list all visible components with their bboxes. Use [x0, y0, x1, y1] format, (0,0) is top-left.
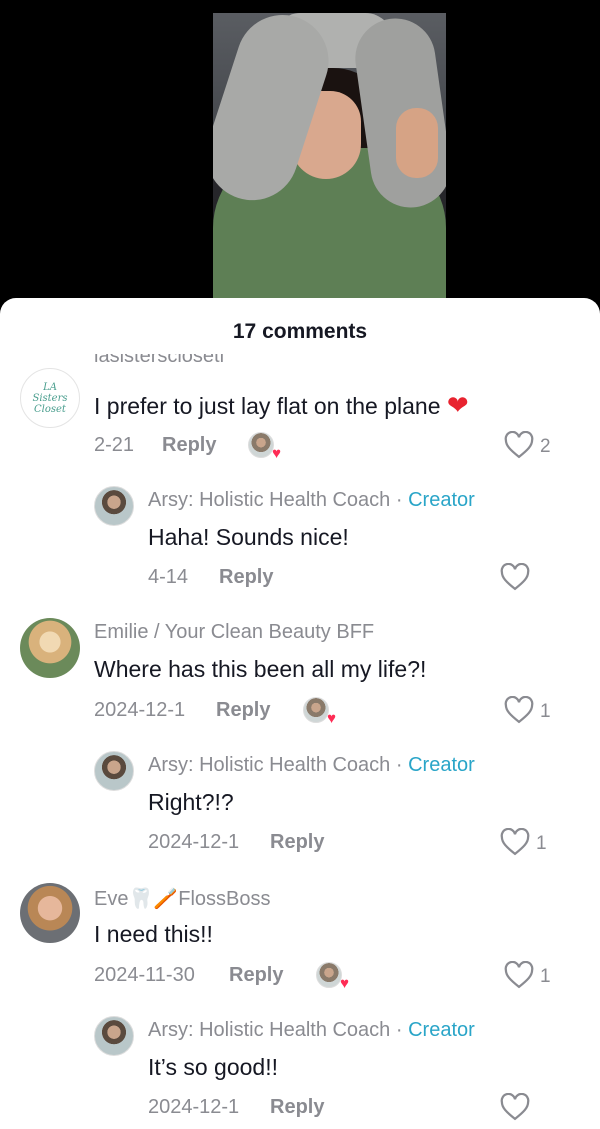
comment-username[interactable]: Emilie / Your Clean Beauty BFF: [94, 621, 374, 644]
video-thumbnail[interactable]: [213, 13, 446, 310]
avatar[interactable]: LA Sisters Closet: [20, 368, 80, 428]
like-heart-icon[interactable]: [500, 828, 530, 856]
creator-liked-badge: ♥: [316, 962, 349, 991]
reply-button[interactable]: Reply: [270, 831, 324, 854]
avatar[interactable]: [20, 618, 80, 678]
username-text: Arsy: Holistic Health Coach: [148, 1019, 391, 1041]
like-count: 1: [536, 833, 547, 854]
comments-sheet: 17 comments LA Sisters Closet lasistersc…: [0, 298, 600, 1129]
comment-username[interactable]: lasistersclosetl: [94, 354, 224, 368]
comment-username[interactable]: Arsy: Holistic Health Coach · Creator: [148, 1019, 475, 1042]
comment-date: 2024-12-1: [148, 1096, 240, 1118]
separator: ·: [395, 489, 403, 511]
avatar[interactable]: [20, 883, 80, 943]
like-heart-icon[interactable]: [500, 563, 530, 591]
video-hand: [396, 108, 438, 178]
comment-text: Haha! Sounds nice!: [148, 524, 349, 550]
like-count: 1: [540, 966, 551, 987]
comments-count-title: 17 comments: [232, 320, 368, 343]
like-heart-icon[interactable]: [504, 696, 534, 724]
reply-button[interactable]: Reply: [162, 434, 216, 457]
comment-text: I prefer to just lay flat on the plane ❤: [94, 390, 469, 421]
reply-button[interactable]: Reply: [216, 699, 270, 722]
creator-badge: Creator: [408, 1019, 475, 1041]
comment-text: Right?!?: [148, 789, 234, 815]
comment-text: It’s so good!!: [148, 1054, 278, 1080]
heart-icon: ♥: [327, 710, 336, 727]
avatar[interactable]: [94, 486, 134, 526]
creator-badge: Creator: [408, 754, 475, 776]
username-text: Arsy: Holistic Health Coach: [148, 489, 391, 511]
heart-emoji: ❤: [446, 390, 469, 420]
avatar-logo-text: LA Sisters Closet: [32, 381, 68, 415]
separator: ·: [395, 754, 403, 776]
like-heart-icon[interactable]: [504, 961, 534, 989]
avatar[interactable]: [94, 751, 134, 791]
comment-username[interactable]: Arsy: Holistic Health Coach · Creator: [148, 754, 475, 777]
reply-button[interactable]: Reply: [229, 964, 283, 987]
username-text: Arsy: Holistic Health Coach: [148, 754, 391, 776]
comment-date: 2024-11-30: [94, 964, 195, 986]
comment-text: I need this!!: [94, 921, 213, 947]
avatar[interactable]: [94, 1016, 134, 1056]
like-heart-icon[interactable]: [500, 1093, 530, 1121]
comment-text: Where has this been all my life?!: [94, 656, 427, 682]
creator-liked-badge: ♥: [303, 697, 336, 726]
comment-date: 2024-12-1: [94, 699, 186, 721]
creator-badge: Creator: [408, 489, 475, 511]
comment-date: 2024-12-1: [148, 831, 240, 853]
like-count: 2: [540, 436, 551, 457]
heart-icon: ♥: [340, 975, 349, 992]
comment-username[interactable]: Arsy: Holistic Health Coach · Creator: [148, 489, 475, 512]
comment-text-body: I prefer to just lay flat on the plane: [94, 393, 441, 419]
reply-button[interactable]: Reply: [219, 566, 273, 589]
separator: ·: [395, 1019, 403, 1041]
comment-username[interactable]: Eve🦷🪥FlossBoss: [94, 886, 271, 911]
like-count: 1: [540, 701, 551, 722]
comment-date: 2-21: [94, 434, 135, 456]
creator-liked-badge: ♥: [248, 432, 281, 461]
reply-button[interactable]: Reply: [270, 1096, 324, 1119]
like-heart-icon[interactable]: [504, 431, 534, 459]
video-area[interactable]: [0, 0, 600, 310]
heart-icon: ♥: [272, 445, 281, 462]
comment-date: 4-14: [148, 566, 189, 588]
